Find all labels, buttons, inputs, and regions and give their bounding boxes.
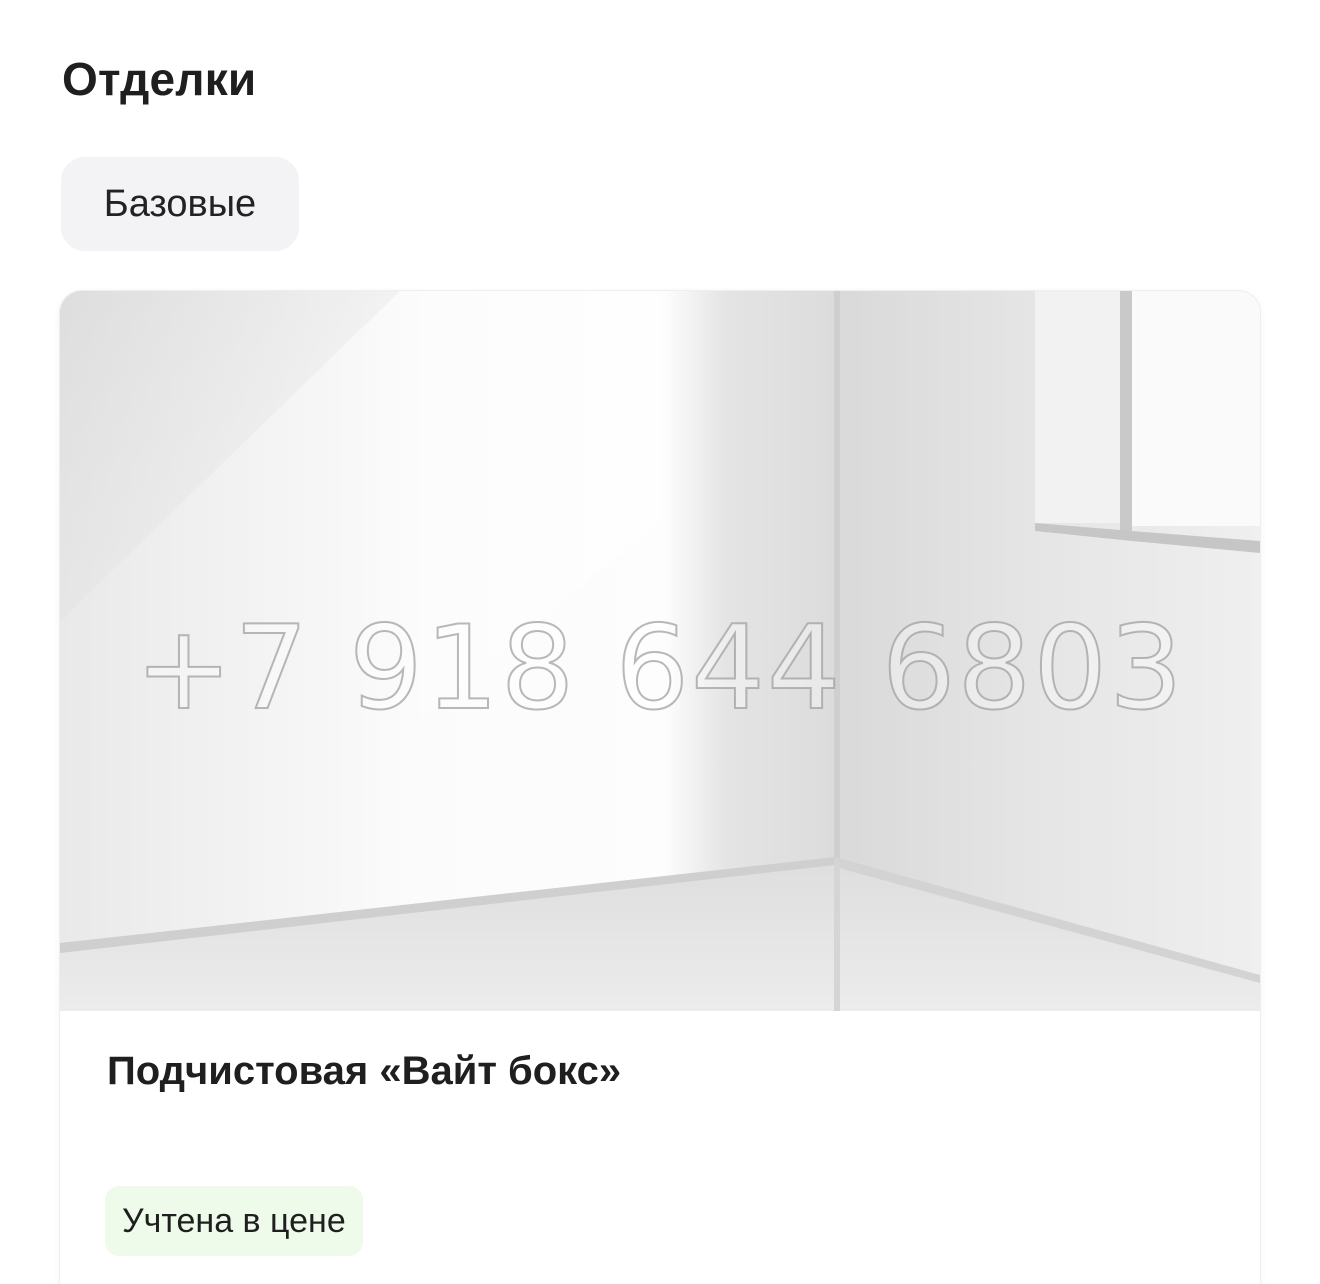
- price-included-badge: Учтена в цене: [105, 1186, 363, 1256]
- finishes-page: Отделки Базовые +7 918 644 6803 Подчисто…: [0, 0, 1320, 1284]
- section-title: Отделки: [62, 53, 257, 105]
- finish-card-photo: +7 918 644 6803: [60, 291, 1260, 1011]
- finish-card-title: Подчистовая «Вайт бокс»: [107, 1049, 622, 1093]
- finish-card[interactable]: +7 918 644 6803 Подчистовая «Вайт бокс» …: [60, 291, 1260, 1284]
- phone-watermark: +7 918 644 6803: [134, 600, 1185, 737]
- filter-chip-basic[interactable]: Базовые: [61, 157, 299, 251]
